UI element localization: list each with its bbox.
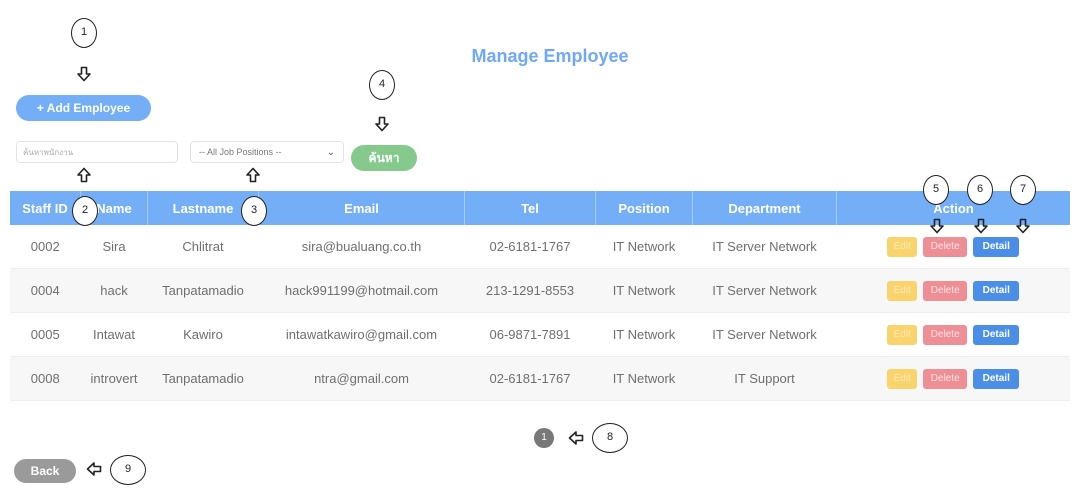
chevron-down-icon: ⌄	[326, 146, 335, 158]
arrow-up-icon	[245, 167, 261, 183]
cell-position: IT Network	[595, 268, 693, 313]
pagination-page-1[interactable]: 1	[534, 428, 554, 448]
cell-tel: 02-6181-1767	[464, 356, 596, 401]
delete-button[interactable]: Delete	[923, 324, 968, 345]
cell-email: hack991199@hotmail.com	[258, 268, 465, 313]
edit-button[interactable]: Edit	[887, 236, 918, 257]
table-row: 0008 introvert Tanpatamadio ntra@gmail.c…	[10, 356, 1070, 401]
callout-4: 4	[369, 70, 395, 100]
cell-actions: Edit Delete Detail	[836, 268, 1070, 313]
arrow-down-icon	[929, 218, 945, 234]
cell-actions: Edit Delete Detail	[836, 312, 1070, 357]
delete-button[interactable]: Delete	[923, 368, 968, 389]
callout-2: 2	[72, 196, 98, 226]
cell-position: IT Network	[595, 225, 693, 269]
add-employee-button[interactable]: + Add Employee	[16, 95, 151, 121]
cell-department: IT Server Network	[692, 225, 837, 269]
cell-tel: 02-6181-1767	[464, 225, 596, 269]
delete-button[interactable]: Delete	[923, 280, 968, 301]
table-row: 0004 hack Tanpatamadio hack991199@hotmai…	[10, 268, 1070, 313]
job-position-select[interactable]: -- All Job Positions -- ⌄	[190, 141, 344, 163]
cell-email: ntra@gmail.com	[258, 356, 465, 401]
arrow-down-icon	[973, 218, 989, 234]
manage-employee-screen: Manage Employee + Add Employee -- All Jo…	[0, 0, 1075, 488]
cell-lastname: Kawiro	[147, 312, 259, 357]
header-action: Action	[836, 191, 1070, 225]
search-input[interactable]	[16, 141, 178, 163]
delete-button[interactable]: Delete	[923, 236, 968, 257]
arrow-up-icon	[76, 167, 92, 183]
detail-button[interactable]: Detail	[973, 324, 1020, 345]
edit-button[interactable]: Edit	[887, 368, 918, 389]
callout-9: 9	[110, 455, 146, 485]
cell-department: IT Support	[692, 356, 837, 401]
cell-name: Intawat	[80, 312, 148, 357]
cell-staff-id: 0005	[10, 312, 81, 357]
cell-tel: 06-9871-7891	[464, 312, 596, 357]
job-position-selected: -- All Job Positions --	[199, 147, 282, 157]
cell-name: hack	[80, 268, 148, 313]
cell-email: intawatkawiro@gmail.com	[258, 312, 465, 357]
edit-button[interactable]: Edit	[887, 280, 918, 301]
callout-3: 3	[241, 196, 267, 226]
cell-position: IT Network	[595, 312, 693, 357]
cell-staff-id: 0008	[10, 356, 81, 401]
header-staff-id: Staff ID	[10, 191, 81, 225]
arrow-left-icon	[86, 461, 102, 477]
callout-8: 8	[592, 423, 628, 453]
detail-button[interactable]: Detail	[973, 280, 1020, 301]
cell-email: sira@bualuang.co.th	[258, 225, 465, 269]
cell-department: IT Server Network	[692, 312, 837, 357]
cell-lastname: Tanpatamadio	[147, 356, 259, 401]
detail-button[interactable]: Detail	[973, 368, 1020, 389]
callout-6: 6	[967, 175, 993, 205]
cell-actions: Edit Delete Detail	[836, 356, 1070, 401]
header-department: Department	[692, 191, 837, 225]
arrow-down-icon	[374, 116, 390, 132]
edit-button[interactable]: Edit	[887, 324, 918, 345]
cell-tel: 213-1291-8553	[464, 268, 596, 313]
employee-table: Staff ID Name Lastname Email Tel Positio…	[10, 191, 1070, 401]
cell-department: IT Server Network	[692, 268, 837, 313]
search-button[interactable]: ค้นหา	[351, 145, 417, 171]
detail-button[interactable]: Detail	[973, 236, 1020, 257]
header-email: Email	[258, 191, 465, 225]
cell-staff-id: 0002	[10, 225, 81, 269]
cell-lastname: Chlitrat	[147, 225, 259, 269]
arrow-down-icon	[76, 66, 92, 82]
arrow-left-icon	[568, 430, 584, 446]
table-row: 0002 Sira Chlitrat sira@bualuang.co.th 0…	[10, 225, 1070, 269]
callout-5: 5	[923, 175, 949, 205]
cell-position: IT Network	[595, 356, 693, 401]
back-button[interactable]: Back	[14, 459, 76, 483]
cell-name: Sira	[80, 225, 148, 269]
table-header-row: Staff ID Name Lastname Email Tel Positio…	[10, 191, 1070, 225]
callout-7: 7	[1010, 175, 1036, 205]
table-row: 0005 Intawat Kawiro intawatkawiro@gmail.…	[10, 312, 1070, 357]
callout-1: 1	[71, 18, 97, 48]
cell-staff-id: 0004	[10, 268, 81, 313]
cell-name: introvert	[80, 356, 148, 401]
page-title: Manage Employee	[471, 46, 629, 66]
cell-actions: Edit Delete Detail	[836, 225, 1070, 269]
cell-lastname: Tanpatamadio	[147, 268, 259, 313]
header-position: Position	[595, 191, 693, 225]
arrow-down-icon	[1015, 218, 1031, 234]
header-tel: Tel	[464, 191, 596, 225]
